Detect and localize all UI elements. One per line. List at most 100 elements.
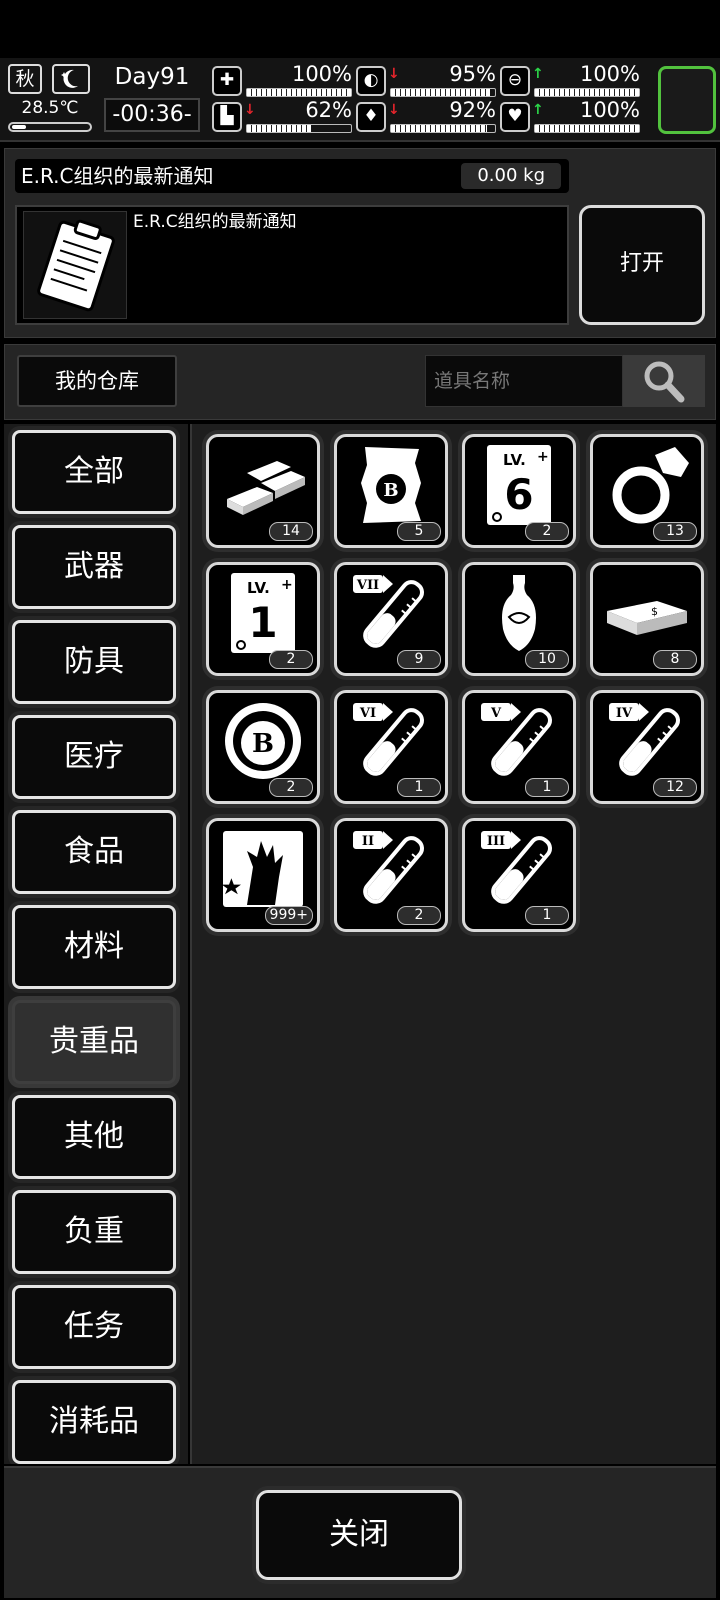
category-tab-2[interactable]: 防具 bbox=[12, 620, 176, 704]
inventory-item[interactable]: VII 9 bbox=[334, 562, 448, 676]
season-label: 秋 bbox=[15, 68, 35, 90]
temperature: 28.5℃ bbox=[21, 98, 79, 118]
stat-bar bbox=[390, 88, 496, 97]
pill-icon: ⊖ bbox=[500, 66, 530, 96]
item-count: 1 bbox=[525, 778, 569, 797]
item-count: 10 bbox=[525, 650, 569, 669]
item-count: 2 bbox=[397, 906, 441, 925]
category-tab-6[interactable]: 贵重品 bbox=[12, 1000, 176, 1084]
boot-icon: ▙ bbox=[212, 102, 242, 132]
item-count: 14 bbox=[269, 522, 313, 541]
svg-text:VI: VI bbox=[359, 706, 376, 721]
notification-title-bar: E.R.C组织的最新通知 0.00 kg bbox=[15, 159, 569, 193]
svg-text:B: B bbox=[383, 480, 398, 501]
stat-value: 100% bbox=[579, 62, 640, 86]
svg-text:1: 1 bbox=[248, 598, 277, 647]
item-count: 5 bbox=[397, 522, 441, 541]
footer-bar: 关闭 bbox=[4, 1466, 716, 1598]
inventory-item[interactable]: 999+ bbox=[206, 818, 320, 932]
open-button[interactable]: 打开 bbox=[579, 205, 705, 325]
svg-text:LV.: LV. bbox=[247, 579, 270, 597]
inventory-item[interactable]: III 1 bbox=[462, 818, 576, 932]
item-count: 1 bbox=[397, 778, 441, 797]
close-button[interactable]: 关闭 bbox=[256, 1490, 462, 1580]
stat-bar bbox=[246, 88, 352, 97]
arrow-down-icon: ↓ bbox=[388, 66, 400, 82]
item-count: 13 bbox=[653, 522, 697, 541]
inventory-item[interactable]: B5 bbox=[334, 434, 448, 548]
svg-text:III: III bbox=[487, 834, 505, 849]
stat-heart: ♥ ↑ 100% bbox=[500, 98, 640, 134]
category-tab-8[interactable]: 负重 bbox=[12, 1190, 176, 1274]
arrow-down-icon: ↓ bbox=[244, 102, 256, 118]
equipment-slot[interactable] bbox=[658, 66, 716, 134]
category-tab-0[interactable]: 全部 bbox=[12, 430, 176, 514]
inventory-item[interactable]: V 1 bbox=[462, 690, 576, 804]
moon-icon bbox=[52, 64, 90, 94]
inventory-item[interactable]: 13 bbox=[590, 434, 704, 548]
search-button[interactable] bbox=[623, 355, 705, 407]
stat-bar bbox=[534, 88, 640, 97]
heart-icon: ♥ bbox=[500, 102, 530, 132]
inventory-item[interactable]: 14 bbox=[206, 434, 320, 548]
svg-text:IV: IV bbox=[616, 706, 633, 721]
item-count: 9 bbox=[397, 650, 441, 669]
item-grid: 14 B 5 LV. + 6 2 13 LV. + 1 2 VII 9 10 $8 B 2 bbox=[190, 424, 716, 1464]
svg-text:+: + bbox=[537, 449, 549, 465]
category-tab-7[interactable]: 其他 bbox=[12, 1095, 176, 1179]
svg-text:V: V bbox=[490, 706, 502, 721]
stat-value: 95% bbox=[449, 62, 496, 86]
inventory-item[interactable]: 10 bbox=[462, 562, 576, 676]
svg-text:B: B bbox=[252, 729, 274, 759]
search-input[interactable]: 道具名称 bbox=[425, 355, 623, 407]
notification-text: E.R.C组织的最新通知 bbox=[133, 212, 297, 232]
water-drop-icon: ♦ bbox=[356, 102, 386, 132]
medkit-icon: ✚ bbox=[212, 66, 242, 96]
svg-text:LV.: LV. bbox=[503, 451, 526, 469]
category-tab-3[interactable]: 医疗 bbox=[12, 715, 176, 799]
inventory-item[interactable]: $8 bbox=[590, 562, 704, 676]
inventory-item[interactable]: VI 1 bbox=[334, 690, 448, 804]
weight-badge: 0.00 kg bbox=[461, 163, 561, 189]
arrow-up-icon: ↑ bbox=[532, 102, 544, 118]
item-count: 12 bbox=[653, 778, 697, 797]
inventory-item[interactable]: B2 bbox=[206, 690, 320, 804]
warehouse-title: 我的仓库 bbox=[17, 355, 177, 407]
item-count: 8 bbox=[653, 650, 697, 669]
stat-value: 100% bbox=[579, 98, 640, 122]
svg-text:VII: VII bbox=[356, 578, 379, 593]
notification-panel: E.R.C组织的最新通知 0.00 kg E.R.C组织的最新通知 打开 bbox=[4, 148, 716, 338]
svg-text:+: + bbox=[281, 577, 293, 593]
category-tab-9[interactable]: 任务 bbox=[12, 1285, 176, 1369]
stat-water-drop: ♦ ↓ 92% bbox=[356, 98, 496, 134]
day-counter: Day91 bbox=[114, 64, 190, 90]
stat-boot: ▙ ↓ 62% bbox=[212, 98, 352, 134]
inventory-item[interactable]: LV. + 6 2 bbox=[462, 434, 576, 548]
category-tab-5[interactable]: 材料 bbox=[12, 905, 176, 989]
item-count: 2 bbox=[269, 778, 313, 797]
category-sidebar: 全部武器防具医疗食品材料贵重品其他负重任务消耗品 bbox=[4, 424, 188, 1464]
stomach-icon: ◐ bbox=[356, 66, 386, 96]
stat-medkit: ✚ 100% bbox=[212, 62, 352, 98]
category-tab-4[interactable]: 食品 bbox=[12, 810, 176, 894]
arrow-down-icon: ↓ bbox=[388, 102, 400, 118]
temperature-bar bbox=[8, 122, 92, 132]
inventory-item[interactable]: LV. + 1 2 bbox=[206, 562, 320, 676]
stat-bar bbox=[534, 124, 640, 133]
inventory-item[interactable]: II 2 bbox=[334, 818, 448, 932]
item-count: 2 bbox=[525, 522, 569, 541]
stat-value: 100% bbox=[291, 62, 352, 86]
notification-body: E.R.C组织的最新通知 bbox=[15, 205, 569, 325]
notification-title: E.R.C组织的最新通知 bbox=[21, 164, 214, 188]
stat-bar bbox=[246, 124, 352, 133]
category-tab-10[interactable]: 消耗品 bbox=[12, 1380, 176, 1464]
clock: -00:36- bbox=[104, 98, 200, 132]
item-count: 999+ bbox=[264, 906, 313, 925]
category-tab-1[interactable]: 武器 bbox=[12, 525, 176, 609]
stat-bar bbox=[390, 124, 496, 133]
item-count: 2 bbox=[269, 650, 313, 669]
clipboard-icon bbox=[23, 211, 127, 319]
inventory-item[interactable]: IV 12 bbox=[590, 690, 704, 804]
stat-pill: ⊖ ↑ 100% bbox=[500, 62, 640, 98]
stat-value: 92% bbox=[449, 98, 496, 122]
